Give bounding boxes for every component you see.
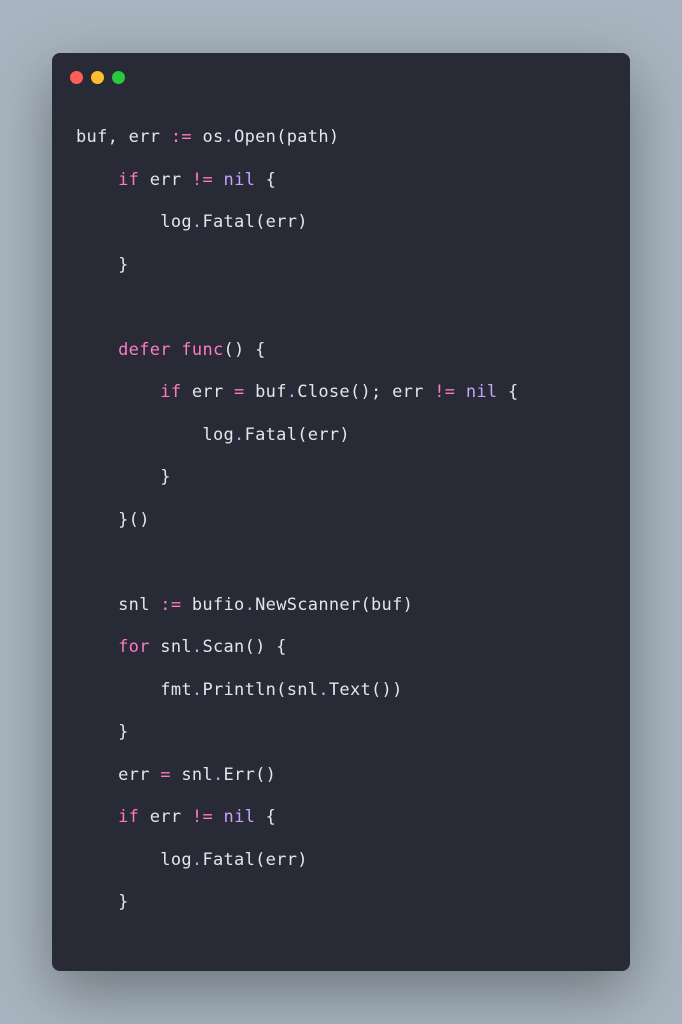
code-token: Scan() { <box>202 637 286 657</box>
code-token <box>76 637 118 657</box>
code-token <box>455 382 466 402</box>
code-token: Close(); err <box>297 382 434 402</box>
code-token: := <box>160 595 181 615</box>
code-token: snl <box>171 765 213 785</box>
code-token: }() <box>76 510 150 530</box>
code-token: NewScanner(buf) <box>255 595 413 615</box>
code-token: if <box>118 807 139 827</box>
code-token: . <box>192 637 203 657</box>
code-token: } <box>76 892 129 912</box>
code-token: } <box>76 255 129 275</box>
code-token: . <box>192 212 203 232</box>
code-token: { <box>255 170 276 190</box>
code-token: . <box>224 127 235 147</box>
code-token: = <box>234 382 245 402</box>
code-token: err <box>139 170 192 190</box>
code-token: Fatal(err) <box>202 212 307 232</box>
code-token: != <box>434 382 455 402</box>
code-token: () { <box>224 340 266 360</box>
code-token: Text()) <box>329 680 403 700</box>
code-token: bufio <box>181 595 244 615</box>
code-token: { <box>255 807 276 827</box>
code-token: err <box>76 765 160 785</box>
code-token: defer <box>118 340 171 360</box>
code-token: . <box>192 680 203 700</box>
code-token <box>76 170 118 190</box>
code-token: . <box>245 595 256 615</box>
code-token: os <box>192 127 224 147</box>
code-token: nil <box>466 382 498 402</box>
code-token: Fatal(err) <box>202 850 307 870</box>
code-content: buf, err := os.Open(path) if err != nil … <box>52 92 630 948</box>
code-token <box>213 170 224 190</box>
code-token: snl <box>150 637 192 657</box>
code-token: Fatal(err) <box>245 425 350 445</box>
code-token: log <box>76 425 234 445</box>
code-token <box>76 340 118 360</box>
code-token: if <box>160 382 181 402</box>
code-window: buf, err := os.Open(path) if err != nil … <box>52 53 630 971</box>
code-token: . <box>213 765 224 785</box>
close-icon[interactable] <box>70 71 83 84</box>
code-token: log <box>76 850 192 870</box>
code-token: . <box>318 680 329 700</box>
code-token: nil <box>224 807 256 827</box>
code-token: nil <box>224 170 256 190</box>
code-token: = <box>160 765 171 785</box>
code-token <box>76 807 118 827</box>
code-token <box>171 340 182 360</box>
code-token: . <box>192 850 203 870</box>
code-token: != <box>192 170 213 190</box>
code-token: err <box>181 382 234 402</box>
code-token: Open(path) <box>234 127 339 147</box>
code-token: buf, err <box>76 127 171 147</box>
code-token: := <box>171 127 192 147</box>
code-token: for <box>118 637 150 657</box>
code-token: . <box>234 425 245 445</box>
code-token: fmt <box>76 680 192 700</box>
code-token: { <box>497 382 518 402</box>
code-token: Err() <box>224 765 277 785</box>
code-token: log <box>76 212 192 232</box>
maximize-icon[interactable] <box>112 71 125 84</box>
code-token: } <box>76 722 129 742</box>
code-token: } <box>76 467 171 487</box>
code-token: . <box>287 382 298 402</box>
code-token: snl <box>76 595 160 615</box>
minimize-icon[interactable] <box>91 71 104 84</box>
code-token: != <box>192 807 213 827</box>
code-token: Println(snl <box>202 680 318 700</box>
code-token <box>76 382 160 402</box>
code-token <box>213 807 224 827</box>
code-token: func <box>181 340 223 360</box>
code-token: buf <box>245 382 287 402</box>
code-token: err <box>139 807 192 827</box>
titlebar <box>52 53 630 92</box>
code-token: if <box>118 170 139 190</box>
